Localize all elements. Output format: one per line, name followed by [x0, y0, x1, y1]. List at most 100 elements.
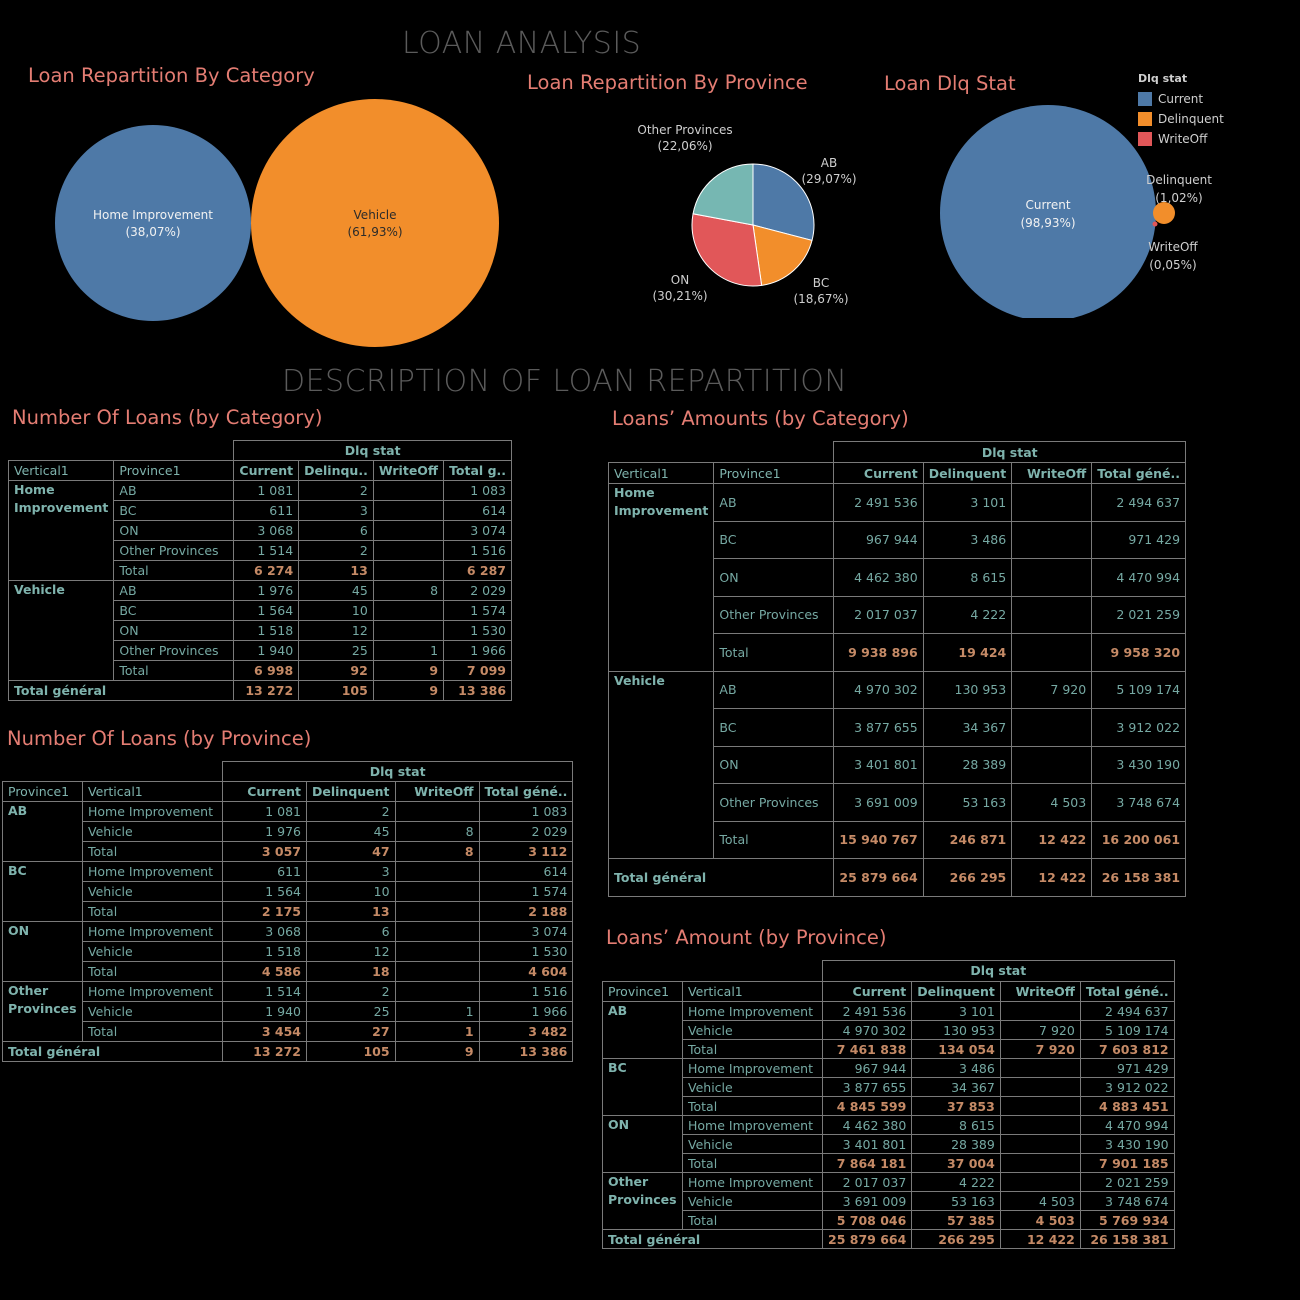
total-cell: [999, 1096, 1081, 1116]
column-header-row: Province1 Vertical1 Current Delinquent Write…: [2, 781, 574, 802]
table2-title: Loans’ Amounts (by Category): [612, 407, 909, 430]
grand-total-cell: 12 422: [1011, 858, 1093, 897]
total-cell: 9 938 896: [833, 633, 924, 672]
row-label: Total: [113, 660, 235, 681]
row-label: Total: [113, 560, 235, 581]
column-header[interactable]: WriteOff: [394, 781, 480, 802]
header-group-label: Dlq stat: [221, 761, 574, 782]
column-header[interactable]: WriteOff: [372, 460, 445, 481]
value-cell: 3 068: [222, 921, 307, 942]
table-row: Vehicle 3 877 655 34 367 3 912 022: [603, 1077, 1175, 1097]
column-header[interactable]: Delinquent: [911, 980, 1001, 1002]
value-cell: [999, 1172, 1081, 1192]
bubble-home-improvement-pct: (38,07%): [125, 225, 180, 239]
value-cell: 6: [298, 520, 374, 541]
column-header[interactable]: Total g..: [443, 460, 513, 481]
column-header[interactable]: Total géné..: [1079, 980, 1175, 1002]
dim-header[interactable]: Province1: [2, 781, 83, 802]
value-cell: 971 429: [1091, 520, 1187, 559]
value-cell: [394, 921, 480, 942]
grand-total-cell: 9: [394, 1041, 480, 1062]
total-cell: 13: [298, 560, 374, 581]
dim-header[interactable]: Vertical1: [7, 460, 115, 481]
category-bubble-chart: Home Improvement (38,07%) Vehicle (61,93…: [55, 99, 499, 347]
value-cell: [372, 600, 445, 621]
column-header[interactable]: Total géné..: [1091, 462, 1187, 484]
value-cell: 3 912 022: [1079, 1077, 1175, 1097]
value-cell: 45: [306, 821, 396, 842]
bubble-vehicle[interactable]: [251, 99, 499, 347]
table-row: Vehicle 4 970 302 130 953 7 920 5 109 174: [603, 1020, 1175, 1040]
column-header[interactable]: Delinqu..: [298, 460, 374, 481]
dim-header[interactable]: Province1: [713, 462, 835, 484]
column-header[interactable]: WriteOff: [999, 980, 1081, 1002]
column-header[interactable]: Delinquent: [922, 462, 1013, 484]
column-header[interactable]: WriteOff: [1011, 462, 1093, 484]
column-header[interactable]: Current: [222, 781, 307, 802]
dim-header[interactable]: Province1: [113, 460, 235, 481]
dim-header[interactable]: Vertical1: [682, 980, 823, 1002]
value-cell: 611: [222, 861, 307, 882]
value-cell: 1 516: [478, 981, 574, 1002]
bubble-writeoff-label: WriteOff: [1148, 240, 1198, 254]
header-group-row: Dlq stat: [9, 440, 513, 461]
header-group-row: Dlq stat: [3, 761, 574, 782]
value-cell: [394, 941, 480, 962]
row-label: BC: [713, 708, 835, 747]
total-cell: 7 901 185: [1079, 1153, 1175, 1173]
value-cell: 3: [298, 500, 374, 521]
table-row: Vehicle AB 4 970 302 130 953 7 920 5 109 174: [607, 670, 1187, 859]
column-header[interactable]: Delinquent: [306, 781, 396, 802]
total-cell: 3 057: [222, 841, 307, 862]
grand-total-row: Total général 25 879 664 266 295 12 422 26 1…: [602, 1229, 1175, 1249]
legend-item-writeoff[interactable]: WriteOff: [1138, 129, 1224, 149]
row-label: BC: [113, 500, 235, 521]
bubble-home-improvement[interactable]: [55, 125, 251, 321]
column-header[interactable]: Current: [833, 462, 924, 484]
grand-total-label: Total général: [602, 1229, 823, 1249]
value-cell: 1 514: [233, 540, 300, 561]
row-label: Home Improvement: [82, 861, 223, 882]
bubble-writeoff[interactable]: [1152, 221, 1158, 227]
row-label: Total: [82, 1021, 223, 1042]
dim-header[interactable]: Vertical1: [607, 462, 715, 484]
value-cell: 611: [233, 500, 300, 521]
value-cell: 6: [306, 921, 396, 942]
value-cell: 3 912 022: [1091, 708, 1187, 747]
group-label: AB: [2, 801, 83, 862]
table-row: Total 7 864 181 37 004 7 901 185: [603, 1153, 1175, 1173]
value-cell: 28 389: [922, 745, 1013, 784]
row-label: Vehicle: [82, 881, 223, 902]
column-header[interactable]: Current: [233, 460, 300, 481]
legend-item-current[interactable]: Current: [1138, 89, 1224, 109]
legend-item-delinquent[interactable]: Delinquent: [1138, 109, 1224, 129]
pie-pct-on: (30,21%): [652, 289, 707, 303]
value-cell: 25: [306, 1001, 396, 1022]
total-cell: 4 604: [478, 961, 574, 982]
dim-header[interactable]: Province1: [602, 980, 683, 1002]
table-row: AB Home Improvement 1 081 2 1 083: [2, 801, 574, 862]
value-cell: 3: [306, 861, 396, 882]
value-cell: 1 574: [478, 881, 574, 902]
bubble-current[interactable]: [940, 105, 1156, 320]
row-label: BC: [713, 520, 835, 559]
grand-total-label: Total général: [7, 680, 235, 701]
value-cell: 8: [372, 580, 445, 601]
row-label: AB: [113, 480, 235, 501]
bubble-delinquent[interactable]: [1153, 202, 1175, 224]
column-header[interactable]: Total géné..: [478, 781, 574, 802]
total-cell: 18: [306, 961, 396, 982]
value-cell: 8: [394, 821, 480, 842]
value-cell: 3 074: [478, 921, 574, 942]
column-header[interactable]: Current: [821, 980, 913, 1002]
grand-total-cell: 13 272: [233, 680, 300, 701]
total-cell: 4 586: [222, 961, 307, 982]
total-cell: 3 482: [478, 1021, 574, 1042]
value-cell: 45: [298, 580, 374, 601]
value-cell: 10: [298, 600, 374, 621]
value-cell: 3 430 190: [1091, 745, 1187, 784]
header-spacer: [603, 961, 823, 982]
pie-slice-other[interactable]: [692, 163, 754, 226]
dim-header[interactable]: Vertical1: [82, 781, 223, 802]
value-cell: 4 970 302: [821, 1020, 913, 1040]
